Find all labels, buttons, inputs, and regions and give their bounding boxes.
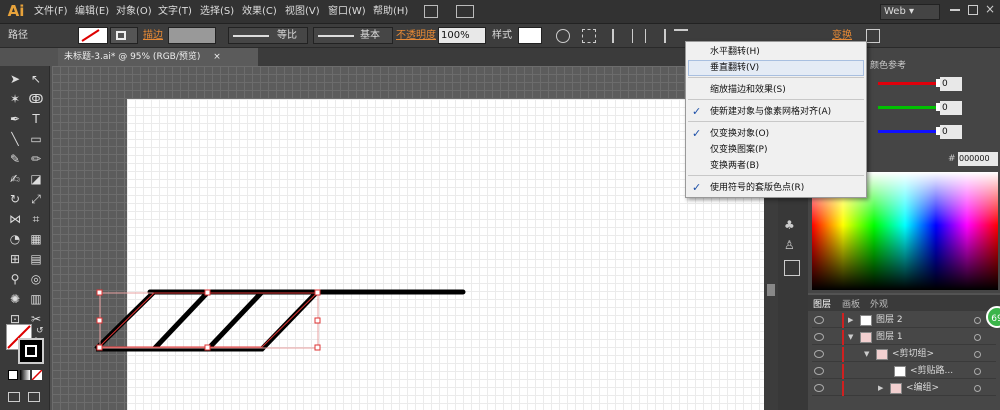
layer-color-bar <box>842 313 844 328</box>
layer-color-bar <box>842 347 844 362</box>
slat-3[interactable] <box>206 290 264 351</box>
red-value-field[interactable]: 0 <box>940 77 962 91</box>
layer-name[interactable]: 图层 2 <box>876 313 903 328</box>
handle-top-left[interactable] <box>96 289 103 296</box>
visibility-eye-icon[interactable] <box>814 367 824 375</box>
target-circle-icon[interactable] <box>974 334 981 341</box>
menu-separator <box>688 77 864 78</box>
handle-bottom-right[interactable] <box>314 344 321 351</box>
layer-row[interactable]: ▶ <编组> <box>812 381 996 396</box>
menu-item-1[interactable]: 水平翻转(H) <box>710 44 864 60</box>
checkmark-icon: ✓ <box>692 105 702 118</box>
hex-value-field[interactable]: 000000 <box>958 152 998 166</box>
target-circle-icon[interactable] <box>974 385 981 392</box>
menu-separator <box>688 99 864 100</box>
expand-arrow-icon[interactable]: ▼ <box>848 330 853 345</box>
layer-color-bar <box>842 330 844 345</box>
layer-row[interactable]: ▶ 图层 2 <box>812 313 996 328</box>
menu-item-6[interactable]: 仅变换图案(P) <box>710 142 864 158</box>
layer-name[interactable]: <编组> <box>906 381 939 396</box>
layer-row[interactable]: <剪贴路... <box>812 364 996 379</box>
blue-value-field[interactable]: 0 <box>940 125 962 139</box>
visibility-eye-icon[interactable] <box>814 316 824 324</box>
checkmark-icon: ✓ <box>692 181 702 194</box>
expand-arrow-icon[interactable]: ▶ <box>848 313 853 328</box>
graphic-styles-panel-icon[interactable]: ♙ <box>784 238 800 254</box>
green-value-field[interactable]: 0 <box>940 101 962 115</box>
visibility-eye-icon[interactable] <box>814 333 824 341</box>
close-icon[interactable]: × <box>985 2 995 16</box>
bottom-rail-line[interactable] <box>96 290 319 352</box>
selection-bounding-box[interactable] <box>99 292 319 349</box>
menu-separator <box>688 121 864 122</box>
expand-arrow-icon[interactable]: ▼ <box>864 347 869 362</box>
layer-thumbnail <box>860 315 872 326</box>
workspace-switcher[interactable]: Web ▾ <box>880 4 940 20</box>
scroll-thumb[interactable] <box>767 284 775 296</box>
maximize-icon[interactable] <box>968 5 978 15</box>
transform-options-menu: 水平翻转(H) 垂直翻转(V) 缩放描边和效果(S) 使新建对象与像素网格对齐(A) ✓… <box>685 41 867 198</box>
menu-item-7[interactable]: 变换两者(B) <box>710 158 864 174</box>
handle-bottom-left[interactable] <box>96 344 103 351</box>
layer-name[interactable]: <剪切组> <box>892 347 934 362</box>
menu-item-8[interactable]: 使用符号的套版色点(R) <box>710 180 864 196</box>
hex-prefix: # <box>948 154 956 164</box>
menu-item-3[interactable]: 缩放描边和效果(S) <box>710 82 864 98</box>
layer-color-bar <box>842 364 844 379</box>
layer-row[interactable]: ▼ 图层 1 <box>812 330 996 345</box>
green-slider-track[interactable] <box>878 106 938 109</box>
tab-layers[interactable]: 图层 <box>813 297 831 310</box>
layer-name[interactable]: <剪贴路... <box>910 364 953 379</box>
menu-item-5[interactable]: 仅变换对象(O) <box>710 126 864 142</box>
transform-options-icon[interactable] <box>866 29 880 43</box>
layer-thumbnail <box>890 383 902 394</box>
layer-thumbnail <box>876 349 888 360</box>
symbols-panel-icon[interactable]: ♣ <box>784 218 800 234</box>
handle-bottom-center[interactable] <box>204 344 211 351</box>
visibility-eye-icon[interactable] <box>814 384 824 392</box>
layer-row[interactable]: ▼ <剪切组> <box>812 347 996 362</box>
checkmark-icon: ✓ <box>692 127 702 140</box>
color-guide-tab[interactable]: 颜色参考 <box>870 58 906 71</box>
handle-top-center[interactable] <box>204 289 211 296</box>
layer-thumbnail <box>860 332 872 343</box>
handle-top-right[interactable] <box>314 289 321 296</box>
slat-2[interactable] <box>152 290 210 351</box>
target-circle-icon[interactable] <box>974 351 981 358</box>
blue-slider-track[interactable] <box>878 130 938 133</box>
artwork-layer <box>94 289 466 352</box>
menu-item-2[interactable]: 垂直翻转(V) <box>710 60 864 76</box>
tab-artboards[interactable]: 画板 <box>842 297 860 310</box>
visibility-eye-icon[interactable] <box>814 350 824 358</box>
menu-item-4[interactable]: 使新建对象与像素网格对齐(A) <box>710 104 864 120</box>
workspace-label: Web <box>884 6 906 17</box>
artboards-panel-icon[interactable] <box>784 260 800 276</box>
target-circle-icon[interactable] <box>974 317 981 324</box>
tab-appearance[interactable]: 外观 <box>870 297 888 310</box>
selected-path-outline <box>98 292 319 348</box>
layers-tab-bar <box>808 295 1000 311</box>
handle-middle-left[interactable] <box>96 317 103 324</box>
expand-arrow-icon[interactable]: ▶ <box>878 381 883 396</box>
handle-middle-right[interactable] <box>314 317 321 324</box>
layer-name[interactable]: 图层 1 <box>876 330 903 345</box>
target-circle-icon[interactable] <box>974 368 981 375</box>
layer-thumbnail <box>894 366 906 377</box>
slat-1[interactable] <box>94 290 156 351</box>
minimize-icon[interactable] <box>950 9 960 11</box>
menu-separator <box>688 175 864 176</box>
red-slider-track[interactable] <box>878 82 938 85</box>
layer-color-bar <box>842 381 844 396</box>
